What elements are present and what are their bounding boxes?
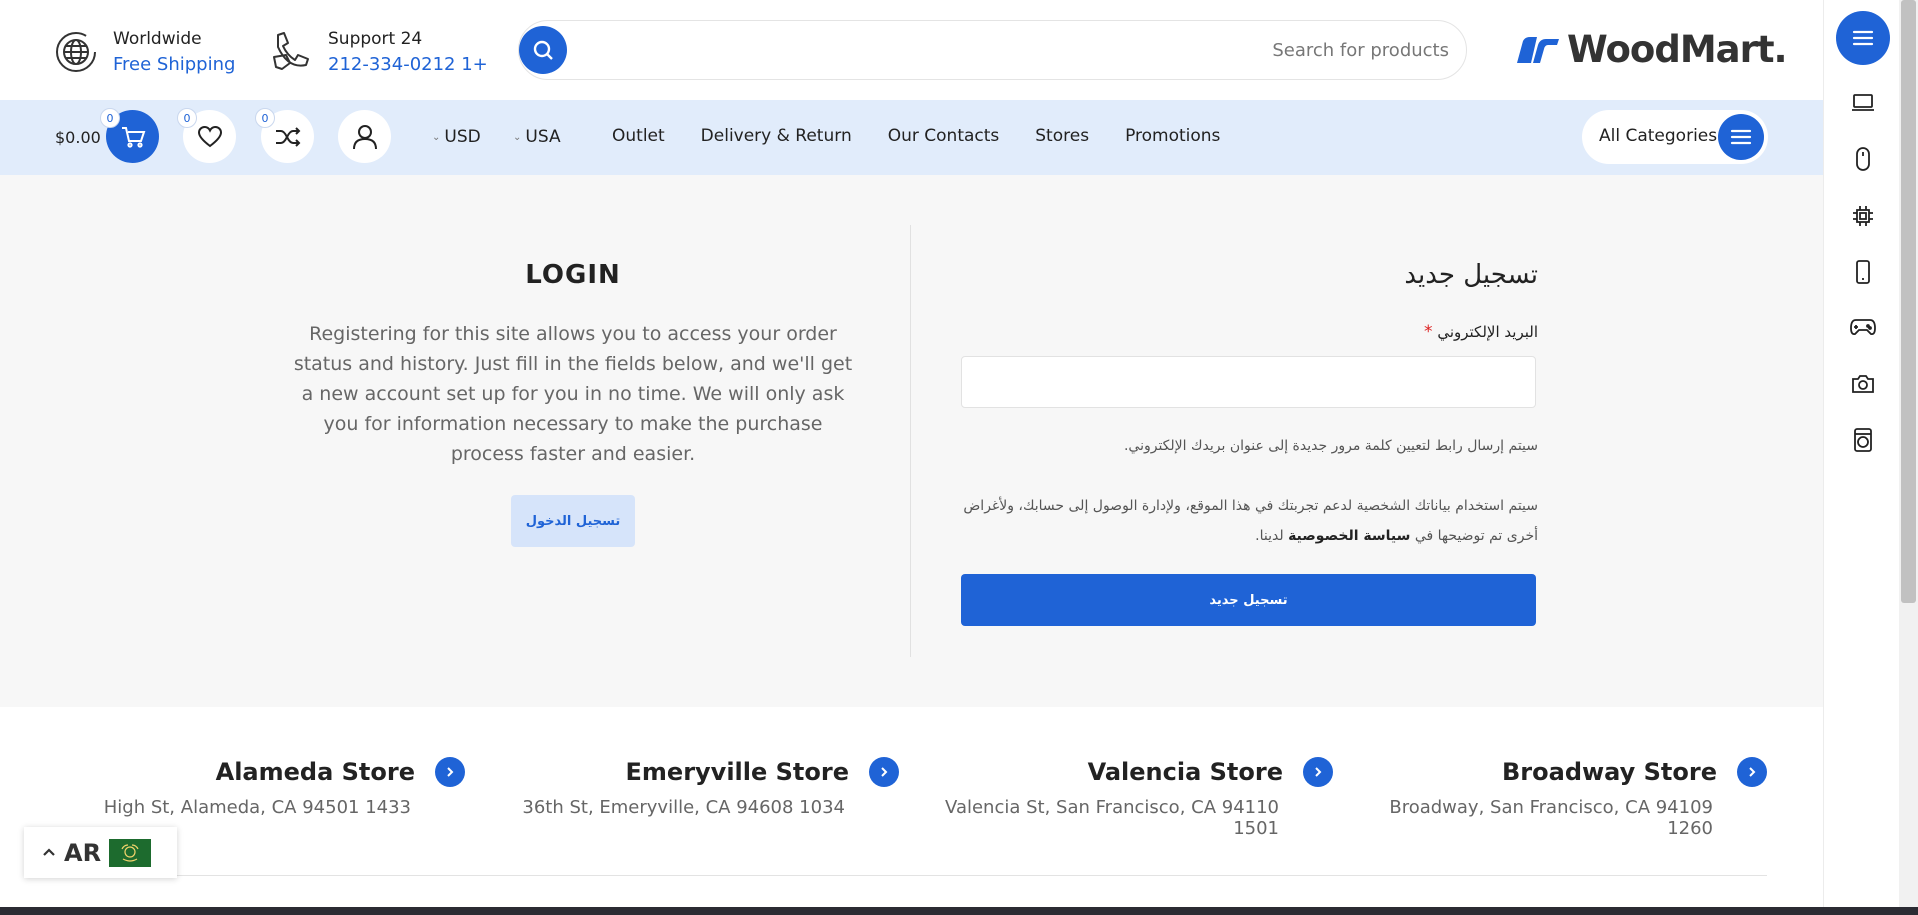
store-address: Broadway, San Francisco, CA 94109 1260 bbox=[1389, 797, 1713, 839]
currency-dropdown[interactable]: ⌄ USD bbox=[432, 127, 481, 147]
nav-link-delivery-return[interactable]: Delivery & Return bbox=[701, 126, 852, 146]
stores-section: Alameda Store High St, Alameda, CA 94501… bbox=[0, 707, 1823, 915]
required-mark: * bbox=[1424, 322, 1433, 342]
nav-link-stores[interactable]: Stores bbox=[1035, 126, 1089, 146]
register-note-privacy: سيتم استخدام بياناتك الشخصية لدعم تجربتك… bbox=[961, 491, 1538, 551]
all-categories-button[interactable]: All Categories bbox=[1582, 110, 1768, 164]
support-info: Support 24 212-334-0212 1+ bbox=[268, 26, 488, 78]
language-switcher[interactable]: AR bbox=[24, 827, 177, 878]
login-title: LOGIN bbox=[525, 260, 621, 290]
privacy-text-1: سيتم استخدام بياناتك الشخصية لدعم تجربتك… bbox=[963, 498, 1538, 544]
search-input[interactable] bbox=[579, 27, 1449, 73]
laptop-icon[interactable] bbox=[1849, 89, 1877, 117]
nav-link-our-contacts[interactable]: Our Contacts bbox=[888, 126, 1000, 146]
mouse-icon[interactable] bbox=[1849, 145, 1877, 173]
phone-icon[interactable] bbox=[1849, 258, 1877, 286]
search-icon bbox=[533, 40, 553, 60]
language-code: AR bbox=[64, 838, 102, 867]
store-address: Valencia St, San Francisco, CA 94110 150… bbox=[945, 797, 1279, 839]
store-name[interactable]: Alameda Store bbox=[216, 758, 415, 786]
chevron-down-icon: ⌄ bbox=[432, 131, 441, 143]
privacy-text-2: لدينا. bbox=[1255, 528, 1284, 544]
logo-mark-icon bbox=[1517, 36, 1559, 63]
all-categories-label: All Categories bbox=[1599, 126, 1718, 146]
nav-link-outlet[interactable]: Outlet bbox=[612, 126, 665, 146]
shipping-line2[interactable]: Free Shipping bbox=[113, 52, 235, 78]
shuffle-icon bbox=[275, 126, 300, 147]
vertical-divider bbox=[910, 225, 911, 657]
nav-links: Outlet Delivery & Return Our Contacts St… bbox=[612, 126, 1220, 146]
wishlist-button[interactable]: 0 bbox=[177, 108, 236, 163]
store-name[interactable]: Emeryville Store bbox=[626, 758, 849, 786]
support-line1: Support 24 bbox=[328, 29, 423, 49]
store-card: Alameda Store High St, Alameda, CA 94501… bbox=[55, 757, 465, 818]
chevron-right-icon bbox=[881, 767, 888, 777]
cpu-icon[interactable] bbox=[1849, 202, 1877, 230]
chevron-down-icon: ⌄ bbox=[513, 131, 522, 143]
register-note-password: سيتم إرسال رابط لتعيين كلمة مرور جديدة إ… bbox=[1123, 438, 1538, 454]
camera-icon[interactable] bbox=[1849, 370, 1877, 398]
email-label-text: البريد الإلكتروني bbox=[1437, 323, 1538, 341]
phone-support-icon bbox=[268, 29, 314, 75]
nav-link-promotions[interactable]: Promotions bbox=[1125, 126, 1220, 146]
store-name[interactable]: Broadway Store bbox=[1502, 758, 1717, 786]
cart-amount[interactable]: $0.00 bbox=[55, 128, 101, 147]
currency-value: USD bbox=[444, 127, 481, 147]
globe-icon bbox=[53, 29, 99, 75]
privacy-policy-link[interactable]: سياسة الخصوصية bbox=[1288, 528, 1410, 544]
page-scrollbar[interactable] bbox=[1899, 0, 1918, 907]
gamepad-icon[interactable] bbox=[1849, 313, 1877, 341]
cart-icon bbox=[121, 126, 145, 148]
category-sidebar bbox=[1823, 0, 1899, 907]
chevron-right-icon bbox=[447, 767, 454, 777]
heart-icon bbox=[197, 125, 222, 147]
store-arrow-button[interactable] bbox=[1303, 757, 1333, 787]
compare-button[interactable]: 0 bbox=[255, 108, 314, 163]
scrollbar-thumb[interactable] bbox=[1901, 0, 1916, 603]
store-address: High St, Alameda, CA 94501 1433 bbox=[103, 797, 411, 818]
search-bar bbox=[518, 20, 1467, 80]
cart-count-badge: 0 bbox=[100, 108, 120, 128]
logo[interactable]: WoodMart. bbox=[1515, 28, 1788, 71]
store-name[interactable]: Valencia Store bbox=[1088, 758, 1283, 786]
stores-divider bbox=[55, 875, 1767, 876]
arab-league-flag-icon bbox=[109, 838, 152, 867]
email-label: البريد الإلكتروني * bbox=[961, 322, 1538, 342]
sidebar-menu-button[interactable] bbox=[1836, 11, 1890, 65]
shipping-info: Worldwide Free Shipping bbox=[53, 26, 235, 78]
chevron-right-icon bbox=[1749, 767, 1756, 777]
shipping-line1: Worldwide bbox=[113, 29, 202, 49]
support-phone[interactable]: 212-334-0212 1+ bbox=[328, 52, 488, 78]
washer-icon[interactable] bbox=[1849, 426, 1877, 454]
nav-bar: $0.00 0 0 0 ⌄ USD ⌄ USA Outlet Delivery … bbox=[0, 100, 1823, 175]
store-card: Broadway Store Broadway, San Francisco, … bbox=[1357, 757, 1767, 839]
chevron-right-icon bbox=[1315, 767, 1322, 777]
country-value: USA bbox=[525, 127, 561, 147]
account-button[interactable] bbox=[338, 110, 391, 163]
chevron-up-icon bbox=[42, 845, 56, 861]
login-button[interactable]: تسجيل الدخول bbox=[511, 495, 635, 547]
search-button[interactable] bbox=[519, 26, 567, 74]
compare-count-badge: 0 bbox=[255, 108, 275, 128]
top-header: Worldwide Free Shipping Support 24 212-3… bbox=[0, 0, 1823, 100]
user-icon bbox=[352, 124, 377, 149]
store-arrow-button[interactable] bbox=[869, 757, 899, 787]
register-button[interactable]: تسجيل جديد bbox=[961, 574, 1536, 626]
store-card: Valencia Store Valencia St, San Francisc… bbox=[923, 757, 1333, 839]
login-description: Registering for this site allows you to … bbox=[293, 323, 853, 465]
store-card: Emeryville Store 36th St, Emeryville, CA… bbox=[489, 757, 899, 818]
store-arrow-button[interactable] bbox=[435, 757, 465, 787]
taskbar-strip bbox=[0, 907, 1918, 915]
country-dropdown[interactable]: ⌄ USA bbox=[513, 127, 561, 147]
menu-icon bbox=[1852, 30, 1874, 46]
cart-button[interactable]: 0 bbox=[100, 108, 159, 163]
email-field[interactable] bbox=[961, 356, 1536, 408]
logo-text: WoodMart. bbox=[1567, 28, 1788, 71]
store-arrow-button[interactable] bbox=[1737, 757, 1767, 787]
menu-icon bbox=[1718, 114, 1764, 160]
register-title: تسجيل جديد bbox=[1404, 260, 1538, 290]
wishlist-count-badge: 0 bbox=[177, 108, 197, 128]
account-section: LOGIN Registering for this site allows y… bbox=[0, 175, 1823, 707]
store-address: 36th St, Emeryville, CA 94608 1034 bbox=[522, 797, 845, 818]
